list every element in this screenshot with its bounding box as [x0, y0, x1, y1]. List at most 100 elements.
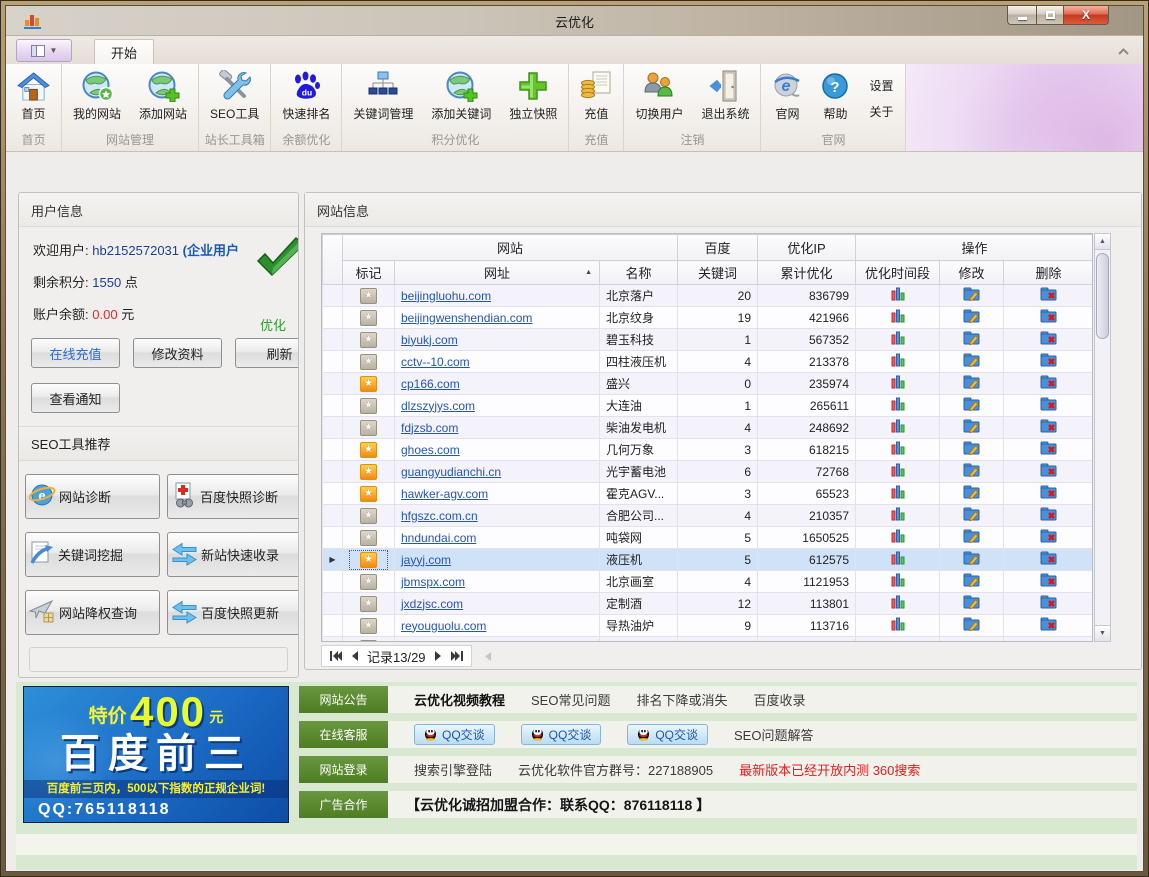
- delete-icon[interactable]: [1040, 620, 1057, 634]
- view-notice-button[interactable]: 查看通知: [31, 383, 120, 413]
- group-header-ip[interactable]: 优化IP: [758, 235, 856, 261]
- ribbon-small-button-设置[interactable]: 设置: [869, 77, 893, 94]
- group-header-site[interactable]: 网站: [343, 235, 678, 261]
- edit-icon[interactable]: [963, 312, 980, 326]
- time-chart-icon[interactable]: [891, 312, 905, 326]
- col-header-url[interactable]: 网址▲: [395, 261, 600, 285]
- time-chart-icon[interactable]: [891, 532, 905, 546]
- edit-icon[interactable]: [963, 356, 980, 370]
- table-row[interactable]: ★beijingwenshendian.com北京纹身19421966: [323, 307, 1094, 329]
- site-link[interactable]: guangyudianchi.cn: [401, 465, 501, 479]
- ribbon-button-帮助[interactable]: ?帮助: [811, 65, 859, 131]
- group-header-baidu[interactable]: 百度: [678, 235, 758, 261]
- site-link[interactable]: hawker-agv.com: [401, 487, 488, 501]
- star-icon[interactable]: ★: [360, 376, 377, 392]
- ribbon-button-独立快照[interactable]: 独立快照: [500, 65, 566, 131]
- delete-icon[interactable]: [1040, 334, 1057, 348]
- ribbon-button-快速排名[interactable]: du快速排名: [273, 65, 339, 131]
- edit-icon[interactable]: [963, 620, 980, 634]
- close-button[interactable]: X: [1063, 6, 1109, 25]
- site-link[interactable]: cp166.com: [401, 377, 460, 391]
- delete-icon[interactable]: [1040, 312, 1057, 326]
- table-row[interactable]: ★jbmspx.com北京画室41121953: [323, 571, 1094, 593]
- ribbon-button-添加网站[interactable]: 添加网站: [130, 65, 196, 131]
- hscroll-left-icon[interactable]: [484, 652, 491, 661]
- col-header-total[interactable]: 累计优化: [758, 261, 856, 285]
- table-row[interactable]: ★jxdzjsc.com定制酒12113801: [323, 593, 1094, 615]
- refresh-button[interactable]: 刷新: [235, 338, 299, 368]
- table-row[interactable]: ★dlzszyjys.com大连油1265611: [323, 395, 1094, 417]
- edit-icon[interactable]: [963, 444, 980, 458]
- site-link[interactable]: beijingwenshendian.com: [401, 311, 532, 325]
- col-header-delete[interactable]: 删除: [1004, 261, 1093, 285]
- time-chart-icon[interactable]: [891, 444, 905, 458]
- first-page-button[interactable]: [330, 651, 342, 661]
- star-icon[interactable]: ★: [360, 574, 377, 590]
- ribbon-button-首页[interactable]: 首页: [8, 65, 59, 131]
- ad-banner[interactable]: 特价 400 元 百度前三 百度前三页内，500以下指数的正规企业词! QQ:7…: [23, 686, 289, 823]
- time-chart-icon[interactable]: [891, 488, 905, 502]
- star-icon[interactable]: ★: [360, 332, 377, 348]
- delete-icon[interactable]: [1040, 576, 1057, 590]
- scroll-up-icon[interactable]: ▲: [1095, 234, 1110, 250]
- table-row[interactable]: ★ghoes.com几何万象3618215: [323, 439, 1094, 461]
- delete-icon[interactable]: [1040, 488, 1057, 502]
- minimize-button[interactable]: [1007, 6, 1036, 25]
- site-link[interactable]: dlzszyjys.com: [401, 399, 475, 413]
- qq-chat-button[interactable]: QQ交谈: [521, 724, 602, 745]
- edit-icon[interactable]: [963, 466, 980, 480]
- time-chart-icon[interactable]: [891, 378, 905, 392]
- tab-start[interactable]: 开始: [94, 39, 154, 64]
- time-chart-icon[interactable]: [891, 620, 905, 634]
- time-chart-icon[interactable]: [891, 576, 905, 590]
- star-icon[interactable]: ★: [360, 640, 377, 643]
- table-row[interactable]: ★hfgszc.com.cn合肥公司...4210357: [323, 505, 1094, 527]
- last-page-button[interactable]: [451, 651, 463, 661]
- table-row[interactable]: ▶★jayyj.com液压机5612575: [323, 549, 1094, 571]
- delete-icon[interactable]: [1040, 466, 1057, 480]
- recharge-online-button[interactable]: 在线充值: [31, 338, 120, 368]
- edit-icon[interactable]: [963, 576, 980, 590]
- edit-icon[interactable]: [963, 554, 980, 568]
- col-header-name[interactable]: 名称: [600, 261, 678, 285]
- time-chart-icon[interactable]: [891, 334, 905, 348]
- delete-icon[interactable]: [1040, 598, 1057, 612]
- scrollbar-thumb[interactable]: [1096, 253, 1109, 339]
- edit-icon[interactable]: [963, 334, 980, 348]
- time-chart-icon[interactable]: [891, 598, 905, 612]
- star-icon[interactable]: ★: [360, 398, 377, 414]
- delete-icon[interactable]: [1040, 422, 1057, 436]
- star-icon[interactable]: ★: [360, 442, 377, 458]
- star-icon[interactable]: ★: [360, 464, 377, 480]
- delete-icon[interactable]: [1040, 290, 1057, 304]
- site-link[interactable]: ghoes.com: [401, 443, 460, 457]
- seo-tool-button-关键词挖掘[interactable]: 关键词挖掘: [25, 532, 160, 577]
- time-chart-icon[interactable]: [891, 554, 905, 568]
- time-chart-icon[interactable]: [891, 400, 905, 414]
- title-bar[interactable]: 云优化 X: [6, 6, 1143, 36]
- ribbon-button-SEO工具[interactable]: SEO工具: [201, 65, 268, 131]
- edit-icon[interactable]: [963, 378, 980, 392]
- edit-icon[interactable]: [963, 510, 980, 524]
- col-header-keywords[interactable]: 关键词: [678, 261, 758, 285]
- app-menu-button[interactable]: ▼: [16, 39, 72, 62]
- site-link[interactable]: hfgszc.com.cn: [401, 509, 478, 523]
- notice-link[interactable]: SEO常见问题: [531, 690, 610, 709]
- ribbon-button-关键词管理[interactable]: 关键词管理: [344, 65, 422, 131]
- delete-icon[interactable]: [1040, 554, 1057, 568]
- time-chart-icon[interactable]: [891, 510, 905, 524]
- star-icon[interactable]: ★: [360, 508, 377, 524]
- ribbon-button-切换用户[interactable]: 切换用户: [626, 65, 692, 131]
- ribbon-small-button-关于[interactable]: 关于: [869, 103, 893, 120]
- site-link[interactable]: hndundai.com: [401, 531, 476, 545]
- star-icon[interactable]: ★: [360, 596, 377, 612]
- edit-icon[interactable]: [963, 422, 980, 436]
- notice-link[interactable]: 百度收录: [754, 690, 806, 709]
- search-engine-login-link[interactable]: 搜索引擎登陆: [414, 760, 492, 779]
- site-link[interactable]: beijingluohu.com: [401, 289, 491, 303]
- ribbon-button-添加关键词[interactable]: 添加关键词: [422, 65, 500, 131]
- ribbon-collapse-button[interactable]: [1113, 44, 1133, 58]
- site-link[interactable]: jayyj.com: [401, 553, 451, 567]
- edit-icon[interactable]: [963, 400, 980, 414]
- qq-chat-button[interactable]: QQ交谈: [414, 724, 495, 745]
